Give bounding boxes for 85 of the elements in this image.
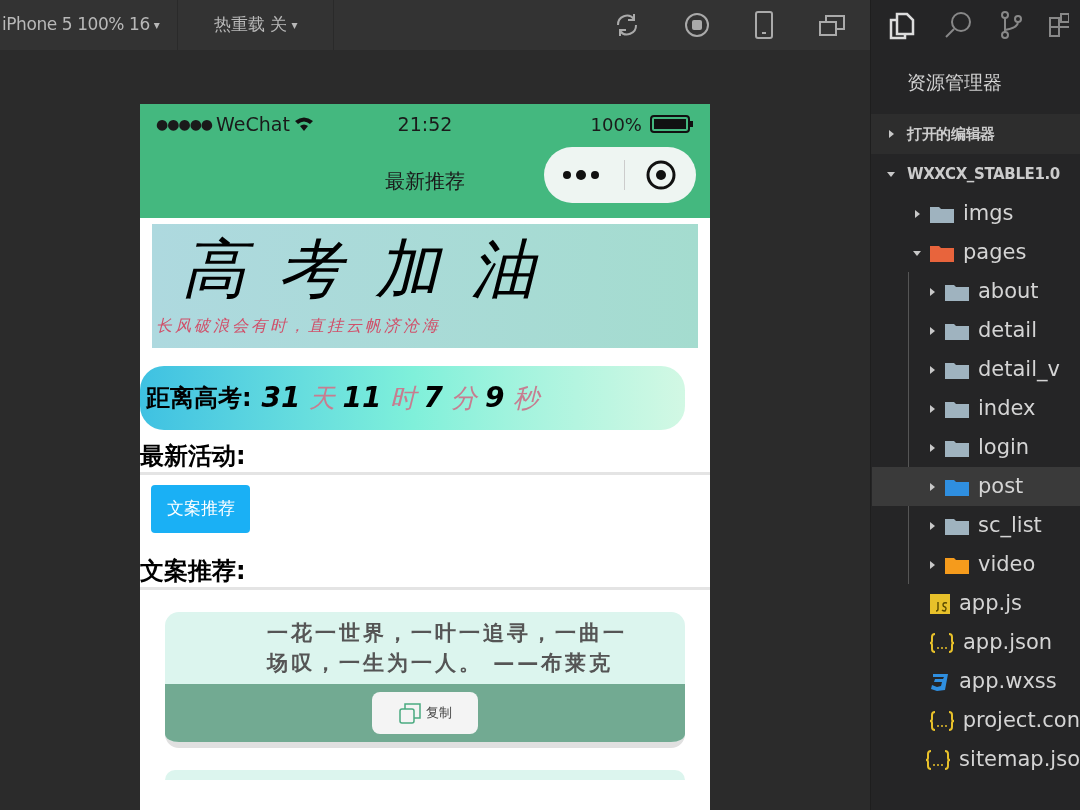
tree-item-row[interactable]: pages — [871, 233, 1080, 272]
nav-title: 最新推荐 — [384, 168, 466, 195]
tree-item-label: app.js — [959, 589, 1022, 617]
caret-right-icon[interactable] — [928, 521, 936, 530]
braces-icon — [925, 748, 952, 771]
battery-icon — [650, 115, 694, 133]
section-heading: 文案推荐: — [140, 556, 247, 587]
tree-item-row[interactable]: about — [872, 272, 1080, 311]
copy-icon — [398, 701, 422, 725]
files-icon[interactable] — [887, 10, 917, 40]
search-icon[interactable] — [943, 10, 973, 40]
tree-item-label: sc_list — [978, 511, 1042, 540]
caret-right-icon[interactable] — [928, 560, 936, 569]
tree-item-label: video — [978, 550, 1036, 578]
tree-item-label: app.wxss — [959, 667, 1057, 695]
caret-right-icon[interactable] — [928, 443, 936, 452]
tree-item-label: index — [978, 394, 1036, 422]
tree-item-label: post — [978, 472, 1024, 500]
countdown-value: 9 — [485, 380, 505, 416]
tree-item-row[interactable]: app.json — [871, 623, 1080, 662]
countdown-value: 7 — [423, 380, 444, 416]
quote-text: 一花一世界，一叶一追寻，一曲一场叹，一生为一人。 ——布莱克 — [265, 620, 628, 677]
signal-dots: ●●●●● — [156, 114, 213, 134]
tree-item-label: login — [978, 433, 1030, 461]
phone-icon[interactable] — [754, 11, 774, 39]
carrier-label: WeChat — [216, 111, 290, 137]
caret-right-icon[interactable] — [928, 326, 936, 335]
caret-down-icon[interactable] — [913, 248, 921, 257]
countdown-value: 31 — [261, 380, 301, 416]
battery-percent: 100% — [590, 112, 642, 137]
tree-item-row[interactable]: app.wxss — [871, 662, 1080, 701]
wifi-icon — [293, 116, 314, 132]
tree-item-label: imgs — [963, 199, 1014, 227]
tree-item-label: detail — [978, 316, 1038, 344]
tree-item-row[interactable]: sc_list — [872, 506, 1080, 545]
caret-down-icon[interactable] — [887, 170, 895, 178]
tree-item-row[interactable]: index — [872, 389, 1080, 428]
tree-item-row[interactable]: post — [872, 467, 1080, 506]
js-file-icon — [929, 592, 951, 615]
tree-item-label: project.con — [962, 706, 1080, 734]
section-header[interactable]: WXXCX_STABLE1.0 — [871, 154, 1080, 194]
more-icon[interactable] — [562, 169, 602, 181]
countdown-unit: 天 — [308, 381, 335, 415]
tree-item-row[interactable]: project.con — [871, 701, 1080, 740]
tree-item-row[interactable]: app.js — [871, 584, 1080, 623]
caret-right-icon[interactable] — [928, 482, 936, 491]
device-dropdown[interactable]: iPhone 5 100% 16 ▾ — [0, 0, 178, 50]
tree-item-row[interactable]: login — [872, 428, 1080, 467]
braces-icon — [929, 631, 955, 654]
section-heading: 最新活动: — [140, 441, 247, 472]
tree-item-label: pages — [963, 238, 1027, 266]
hot-reload-dropdown[interactable]: 热重载 关 ▾ — [178, 0, 335, 50]
extensions-icon[interactable] — [1049, 10, 1069, 40]
countdown-label: 距离高考: — [146, 383, 252, 414]
braces-icon — [928, 709, 955, 732]
caret-right-icon[interactable] — [913, 209, 921, 218]
caret-right-icon[interactable] — [928, 365, 936, 374]
status-time: 21:52 — [397, 111, 453, 137]
countdown-unit: 分 — [451, 381, 478, 415]
tree-item-label: app.json — [963, 628, 1053, 656]
tree-item-row[interactable]: sitemap.jso — [871, 740, 1080, 779]
tree-item-label: about — [978, 277, 1039, 305]
tree-item-row[interactable]: detail — [872, 311, 1080, 350]
tree-item-row[interactable]: imgs — [871, 194, 1080, 233]
capsule-menu[interactable] — [544, 147, 696, 203]
panel-title: 资源管理器 — [906, 69, 1003, 95]
tree-item-label: sitemap.jso — [959, 745, 1080, 773]
tree-item-row[interactable]: detail_v — [872, 350, 1080, 389]
windows-icon[interactable] — [818, 13, 846, 37]
section-header[interactable]: 打开的编辑器 — [871, 114, 1080, 154]
copy-button[interactable]: 复制 — [372, 692, 478, 734]
section-label: 打开的编辑器 — [907, 123, 995, 145]
section-label: WXXCX_STABLE1.0 — [907, 163, 1060, 185]
caret-right-icon[interactable] — [928, 287, 936, 296]
tree-item-label: detail_v — [978, 355, 1060, 384]
refresh-icon[interactable] — [614, 12, 640, 38]
stop-icon[interactable] — [684, 12, 710, 38]
banner-title: 高 考 加 油 — [182, 231, 543, 308]
caret-right-icon[interactable] — [887, 130, 895, 138]
tree-item-row[interactable]: video — [872, 545, 1080, 584]
branch-icon[interactable] — [999, 10, 1023, 40]
close-target-icon[interactable] — [645, 159, 677, 191]
caret-right-icon[interactable] — [928, 404, 936, 413]
countdown-value: 11 — [342, 380, 382, 416]
banner-subtitle: 长风破浪会有时，直挂云帆济沧海 — [156, 315, 442, 337]
